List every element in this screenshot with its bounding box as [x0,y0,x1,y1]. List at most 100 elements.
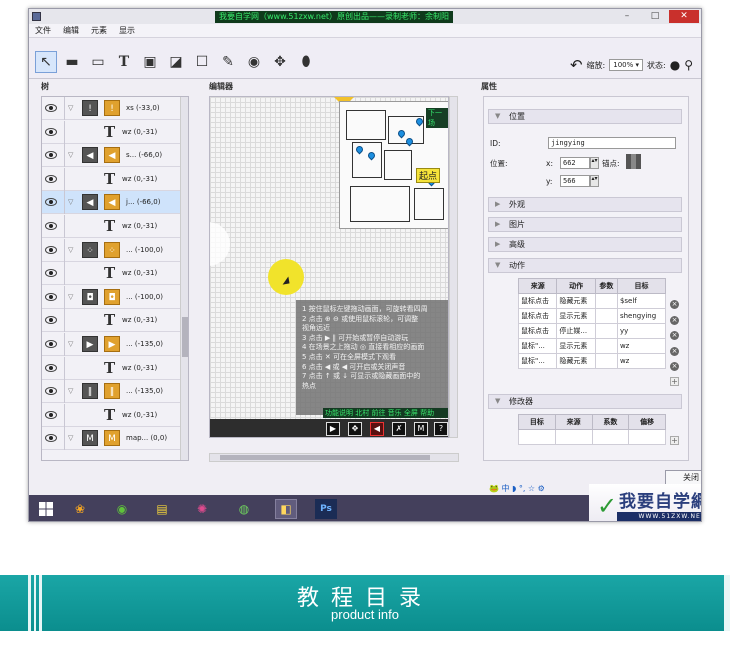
pano-editor-icon[interactable]: ◧ [275,499,297,519]
color-wheel-icon[interactable]: ✺ [191,499,213,519]
action-cell[interactable] [594,338,618,354]
action-cell[interactable]: 显示元素 [556,308,596,324]
hotspot-toggle-icon[interactable]: ✗ [392,422,406,436]
help-icon[interactable]: ? [434,422,448,436]
close-window-button[interactable]: ✕ [669,10,699,23]
tree-row[interactable]: Twz (0,-31) [42,120,182,144]
action-cell[interactable] [594,308,618,324]
maximize-button[interactable]: □ [645,10,665,23]
delete-action-icon[interactable]: × [670,300,679,309]
editor-hscrollbar[interactable] [209,453,459,462]
action-cell[interactable]: 鼠标"... [517,353,558,369]
fullscreen-icon[interactable]: ✥ [348,422,362,436]
menu-element[interactable]: 元素 [85,24,113,38]
folder-icon[interactable]: ▬ [61,51,83,73]
y-input[interactable]: 566 [560,175,590,187]
visibility-eye-icon[interactable] [45,340,57,348]
menu-edit[interactable]: 编辑 [57,24,85,38]
expand-toggle-icon[interactable]: ▽ [68,104,73,112]
move-icon[interactable]: ✥ [269,51,291,73]
rectangle-icon[interactable]: ▭ [87,51,109,73]
visibility-eye-icon[interactable] [45,269,57,278]
expand-toggle-icon[interactable]: ▽ [68,198,73,206]
action-row[interactable]: 鼠标"... 显示元素 wz [517,338,667,354]
action-row[interactable]: 鼠标点击 显示元素 shengying [517,308,667,324]
action-cell[interactable]: shengying [616,308,667,324]
visibility-eye-icon[interactable] [45,410,57,419]
tree-row[interactable]: Twz (0,-31) [42,309,182,333]
photoshop-icon[interactable]: Ps [315,499,337,519]
search-icon[interactable]: ⚲ [684,58,693,72]
undo-icon[interactable]: ↶ [570,56,583,74]
menu-display[interactable]: 显示 [113,24,141,38]
tree-row[interactable]: ▽ ◀ ◀ s... (-66,0) [42,144,182,168]
expand-toggle-icon[interactable]: ▽ [68,434,73,442]
action-cell[interactable]: 停止媒... [556,323,596,339]
section-position[interactable]: ▼ 位置 [488,109,682,124]
y-stepper[interactable]: ▴▾ [590,175,599,187]
section-image[interactable]: ▶ 图片 [488,217,682,232]
tree-row[interactable]: Twz (0,-31) [42,403,182,427]
action-cell[interactable] [594,323,618,339]
robot-icon[interactable]: ☐ [191,51,213,73]
tree-row[interactable]: ▽ ⁘ ⁘ ... (-100,0) [42,238,182,262]
visibility-eye-icon[interactable] [45,127,57,136]
action-cell[interactable]: $self [616,293,667,309]
action-cell[interactable]: 隐藏元素 [556,353,596,369]
visibility-eye-icon[interactable] [45,222,57,230]
minimize-button[interactable]: – [617,10,637,23]
sound-icon[interactable]: ◀ [370,422,384,436]
x-stepper[interactable]: ▴▾ [590,157,599,169]
action-row[interactable]: 鼠标"... 隐藏元素 wz [517,353,667,369]
ime-toolbar[interactable]: 🐸 中 ◗ °, ☆ ⚙ [489,483,545,494]
delete-action-icon[interactable]: × [670,362,679,372]
tree-row[interactable]: ▽ M Mmap... (0,0) [42,427,182,451]
notes-icon[interactable]: ▤ [151,499,173,519]
id-input[interactable]: jingying [548,137,676,149]
play-icon[interactable]: ▶ [326,422,340,436]
visibility-eye-icon[interactable] [45,198,57,207]
add-modifier-icon[interactable]: + [670,436,679,445]
delete-action-icon[interactable]: × [670,331,679,341]
tree-row[interactable]: ▽ ▶ ▶ ... (-135,0) [42,333,182,356]
action-cell[interactable] [594,293,618,309]
windows-start-icon[interactable] [35,499,57,519]
tree-row[interactable]: Twz (0,-31) [42,262,182,286]
map-toggle-icon[interactable]: M [414,422,428,436]
visibility-eye-icon[interactable] [45,151,57,160]
expand-toggle-icon[interactable]: ▽ [68,340,73,348]
text-icon[interactable]: T [113,51,135,73]
image-icon[interactable]: ▣ [139,51,161,73]
visibility-eye-icon[interactable] [45,316,57,325]
chat-icon[interactable]: ◍ [233,499,255,519]
action-row[interactable]: 鼠标点击 停止媒... yy [517,323,667,339]
action-cell[interactable]: 鼠标点击 [517,323,558,339]
hotspot-icon[interactable]: ◪ [165,51,187,73]
section-actions[interactable]: ▼ 动作 [488,258,682,273]
action-cell[interactable]: 鼠标"... [517,338,558,354]
tree-scrollbar[interactable] [180,97,188,460]
edit-icon[interactable]: ✎ [217,51,239,73]
add-action-icon[interactable]: + [670,377,679,386]
browser-icon[interactable]: ◉ [111,499,133,519]
tree-row[interactable]: ▽!! xs (-33,0) [42,97,182,120]
tree-row[interactable]: ▽ ◘ ◘ ... (-100,0) [42,285,182,309]
x-input[interactable]: 662 [560,157,590,169]
app-launcher-icon[interactable]: ❀ [69,499,91,519]
tree-row[interactable]: Twz (0,-31) [42,215,182,238]
anchor-grid-icon[interactable] [626,154,641,169]
tree-row[interactable]: Twz (0,-31) [42,356,182,380]
delete-action-icon[interactable]: × [670,346,679,356]
action-cell[interactable]: 鼠标点击 [517,308,558,324]
action-cell[interactable]: 鼠标点击 [517,293,558,309]
visibility-eye-icon[interactable] [45,387,57,396]
action-cell[interactable]: wz [616,353,667,369]
visibility-eye-icon[interactable] [45,104,57,112]
select-icon[interactable]: ↖ [35,51,57,73]
menu-file[interactable]: 文件 [29,24,57,38]
globe-icon[interactable]: ◉ [243,51,265,73]
dialog-close-button[interactable]: 关闭 [665,470,701,485]
section-modifiers[interactable]: ▼ 修改器 [488,394,682,409]
editor-vscrollbar[interactable] [449,96,458,438]
expand-toggle-icon[interactable]: ▽ [68,151,73,159]
